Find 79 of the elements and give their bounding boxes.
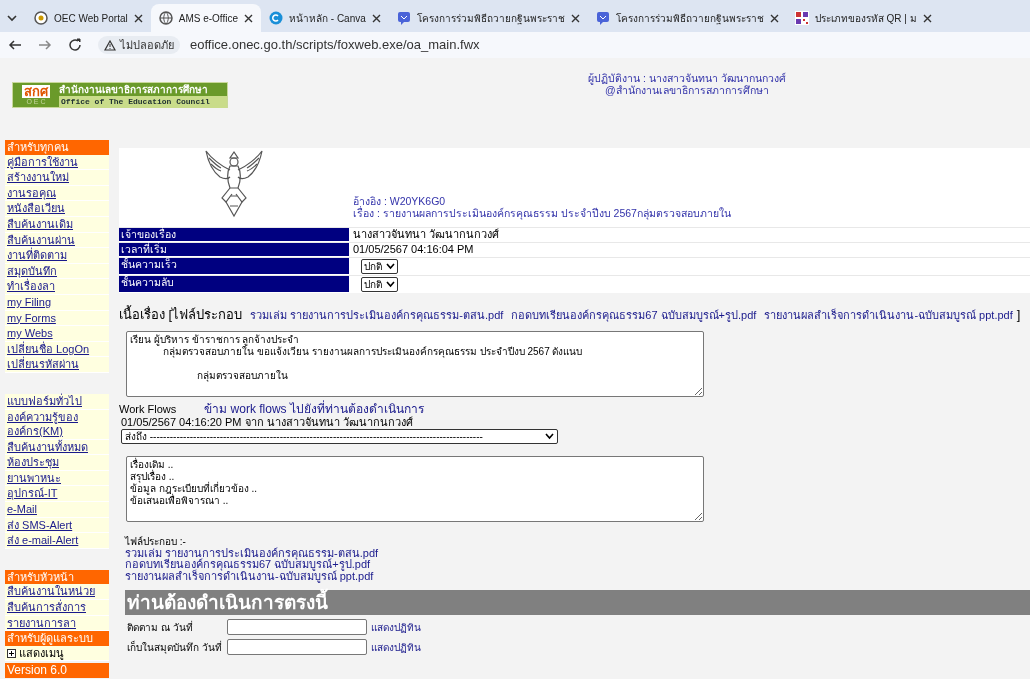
attachments-label: ไฟล์ประกอบ :- <box>125 536 187 547</box>
action-heading: ท่านต้องดำเนินการตรงนี้ <box>125 590 1030 615</box>
user-name: ผู้ปฏิบัติงาน : นางสาวจันทนา วัฒนากนกวงศ์ <box>588 72 786 84</box>
tab-title: หน้าหลัก - Canva <box>289 12 366 24</box>
field-label: เจ้าของเรื่อง <box>119 228 349 242</box>
close-icon[interactable] <box>769 13 779 23</box>
browser-tab[interactable]: AMS e-Office <box>150 4 261 32</box>
badge-icon <box>34 11 48 25</box>
field-label: เวลาที่เริ่ม <box>119 243 349 257</box>
calendar-link[interactable]: แสดงปฏิทิน <box>371 619 421 635</box>
chevron-down-icon <box>545 433 554 440</box>
field-label: ชั้นความลับ <box>119 276 349 293</box>
tab-list-chevron-icon[interactable] <box>6 12 18 24</box>
close-icon[interactable] <box>570 13 580 23</box>
attachments-bracket: [ไฟล์ประกอบ <box>167 307 243 322</box>
browser-tab[interactable]: OEC Web Portal <box>26 4 151 32</box>
field-label: ชั้นความเร็ว <box>119 258 349 275</box>
menu-section-header: สำหรับทุกคน <box>5 140 109 155</box>
date-input[interactable] <box>227 619 367 635</box>
form-label: เก็บในสมุดบันทึก วันที่ <box>127 639 223 655</box>
message-textarea[interactable]: เรียน ผู้บริหาร ข้าราชการ ลูกจ้างประจำ กลุ่มตรวจสอบภายใน ขอแจ้งเวียน รายงานผลการประเมินองค์กรคุณธรรม ประจำปีงบ 2567 ดังแนบ กลุ่มตรวจสอบภายใน <box>126 331 704 397</box>
close-icon[interactable] <box>244 13 253 23</box>
attachment-link[interactable]: รวมเล่ม รายงานการประเมินองค์กรคุณธรรม-ตสน.pdf <box>250 309 504 321</box>
subject-text: เรื่อง : รายงานผลการประเมินองค์กรคุณธรรม ประจำปีงบ 2567กลุ่มตรวจสอบภายใน <box>353 207 732 219</box>
qr-code-icon <box>794 11 809 25</box>
recipient-dropdown[interactable]: ส่งถึง ---------------------------------------------------------------------------------------------------- <box>121 429 558 444</box>
tab-title: ประเภทของรหัส QR | ม <box>814 12 917 24</box>
attachment-link[interactable]: กอดบทเรียนองค์กรคุณธรรม67 ฉบับสมบูรณ์+รูป.pdf <box>511 309 757 321</box>
tab-title: โครงการร่วมพิธีถวายกฐินพระราช <box>615 12 764 24</box>
attachment-link[interactable]: รายงานผลสำเร็จการดำเนินงาน-ฉบับสมบูรณ์ ppt.pdf <box>764 309 1013 321</box>
browser-tab[interactable]: โครงการร่วมพิธีถวายกฐินพระราช <box>587 4 787 32</box>
globe-icon <box>158 11 173 25</box>
attachment-link[interactable]: รายงานผลสำเร็จการดำเนินงาน-ฉบับสมบูรณ์ ppt.pdf <box>125 570 374 582</box>
reload-icon[interactable] <box>68 38 82 52</box>
logo-mark-text: สกศ <box>22 85 50 98</box>
logo-english-name: Office of The Education Council <box>59 96 227 108</box>
browser-tab[interactable]: หน้าหลัก - Canva <box>261 4 389 32</box>
date-input[interactable] <box>227 639 367 655</box>
chevron-down-icon <box>386 281 395 288</box>
menu-section-header: สำหรับผู้ดูแลระบบ <box>5 631 109 646</box>
warning-icon <box>104 39 116 51</box>
speech-bubble-icon <box>595 11 610 25</box>
reference-number: อ้างอิง : W20YK6G0 <box>353 195 447 207</box>
skip-workflow-link[interactable]: ข้าม work flows ไปยังที่ท่านต้องดำเนินการ <box>204 402 424 416</box>
attachment-link[interactable]: รวมเล่ม รายงานการประเมินองค์กรคุณธรรม-ตสน.pdf <box>125 547 379 559</box>
expand-toggle-icon[interactable] <box>7 649 16 659</box>
version-label: Version 6.0 <box>5 663 109 679</box>
note-textarea[interactable]: เรื่องเดิม .. สรุปเรื่อง .. ข้อมูล กฎระเบียบที่เกี่ยวข้อง .. ข้อเสนอเพื่อพิจารณา .. <box>126 456 704 522</box>
tab-title: โครงการร่วมพิธีถวายกฐินพระราช <box>416 12 565 24</box>
close-icon[interactable] <box>133 13 143 23</box>
workflow-entry: 01/05/2567 04:16:20 PM จาก นางสาวจันทนา วัฒนากนกวงศ์ <box>121 416 414 429</box>
close-icon[interactable] <box>922 13 932 23</box>
user-organization: @สำนักงานเลขาธิการสภาการศึกษา <box>605 84 770 96</box>
dropdown-field[interactable]: ปกติ <box>361 259 398 274</box>
form-label: ติดตาม ณ วันที่ <box>127 619 194 635</box>
chevron-down-icon <box>386 263 395 270</box>
security-label: ไม่ปลอดภัย <box>120 37 174 53</box>
circle-logo-icon <box>269 11 283 25</box>
close-icon[interactable] <box>371 13 381 23</box>
field-value: 01/05/2567 04:16:04 PM <box>353 243 474 255</box>
sidebar-link[interactable]: องค์ความรู้ขององค์กร(KM) <box>7 409 109 439</box>
tab-title: OEC Web Portal <box>54 12 128 24</box>
logo-thai-name: สำนักงานเลขาธิการสภาการศึกษา <box>59 83 209 96</box>
field-value: นางสาวจันทนา วัฒนากนกวงศ์ <box>353 228 500 240</box>
security-chip[interactable]: ไม่ปลอดภัย <box>98 35 180 55</box>
dropdown-field[interactable]: ปกติ <box>361 277 398 292</box>
body-label: เนื้อเรื่อง <box>119 307 165 322</box>
browser-tab[interactable]: ประเภทของรหัส QR | ม <box>786 4 940 32</box>
calendar-link[interactable]: แสดงปฏิทิน <box>371 639 421 655</box>
tab-title: AMS e-Office <box>178 12 238 24</box>
workflow-label: Work Flows <box>119 403 177 415</box>
speech-bubble-icon <box>396 11 411 25</box>
attachment-link[interactable]: กอดบทเรียนองค์กรคุณธรรม67 ฉบับสมบูรณ์+รูป.pdf <box>125 559 371 571</box>
attachments-bracket: ] <box>1016 307 1021 322</box>
forward-arrow-icon[interactable] <box>38 38 52 52</box>
url-field[interactable]: eoffice.onec.go.th/scripts/foxweb.exe/oa_main.fwx <box>190 35 480 55</box>
browser-tab[interactable]: โครงการร่วมพิธีถวายกฐินพระราช <box>388 4 588 32</box>
back-arrow-icon[interactable] <box>8 38 22 52</box>
menu-section-header: สำหรับหัวหน้า <box>5 569 109 585</box>
